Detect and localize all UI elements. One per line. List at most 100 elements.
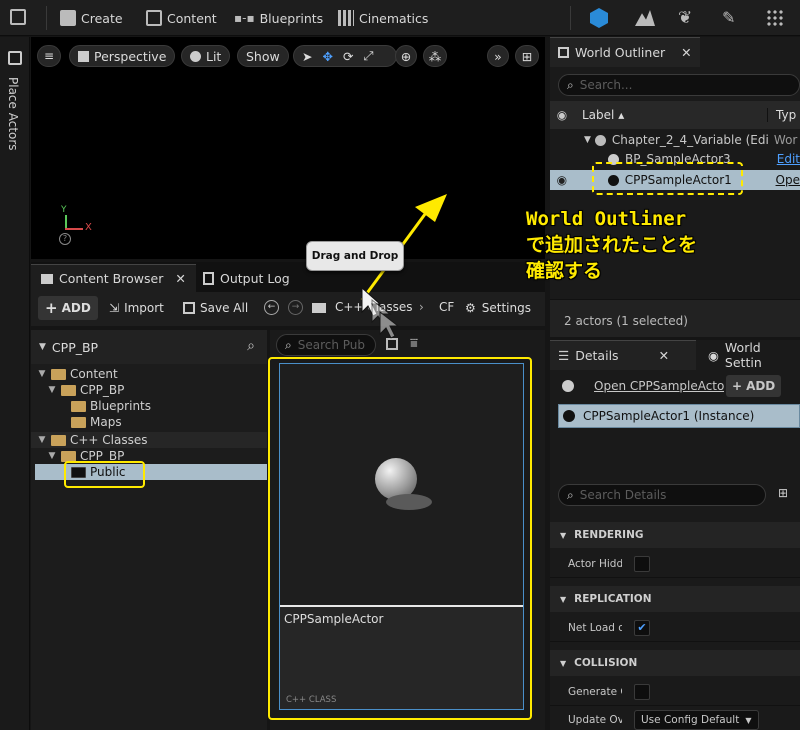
- checkmark-icon: ✔: [637, 621, 647, 634]
- net-load-checkbox[interactable]: ✔: [634, 619, 650, 636]
- close-icon[interactable]: ✕: [659, 348, 669, 363]
- sources-panel: ▼ CPP_BP ⌕ ▼ Content ▼ CPP_BP Blueprints…: [31, 330, 267, 730]
- label-column-header[interactable]: Label ▴: [582, 108, 768, 122]
- outliner-search-input[interactable]: ⌕ Search...: [558, 74, 800, 96]
- type-column-header[interactable]: Typ: [776, 108, 796, 122]
- tree-item-label: Maps: [90, 415, 122, 429]
- prop-actor-hidden: Actor Hidd: [550, 550, 800, 578]
- actor-sphere-icon: [562, 380, 574, 392]
- sources-header[interactable]: ▼ CPP_BP ⌕: [31, 330, 267, 364]
- component-instance-row[interactable]: CPPSampleActor1 (Instance): [558, 404, 800, 428]
- tab-content-browser[interactable]: Content Browser ✕: [31, 264, 196, 292]
- chevron-down-icon: ▼: [38, 435, 46, 445]
- place-actors-tab[interactable]: Place Actors: [6, 77, 20, 151]
- grid-layout-icon: ⊞: [521, 48, 533, 64]
- open-source-link[interactable]: Open CPPSampleActor: [594, 379, 724, 393]
- tree-item-label: Blueprints: [90, 399, 152, 413]
- outliner-status-bar: 2 actors (1 selected): [550, 299, 800, 337]
- content-menu[interactable]: Content: [146, 6, 217, 30]
- asset-search-input[interactable]: ⌕ Search Pub: [276, 334, 376, 356]
- blueprints-icon: ▪-▪: [234, 11, 255, 25]
- viewport-menu-button[interactable]: ≡: [37, 45, 61, 67]
- details-search-input[interactable]: ⌕ Search Details: [558, 484, 766, 506]
- close-icon[interactable]: ✕: [681, 45, 691, 60]
- filter-icon[interactable]: ⩸: [410, 336, 418, 351]
- visibility-eye-icon[interactable]: ◉: [550, 108, 574, 122]
- outliner-row-type[interactable]: Edit: [777, 152, 800, 166]
- tree-item-cpp-bp[interactable]: ▼ CPP_BP: [47, 382, 125, 398]
- tab-output-log[interactable]: Output Log: [193, 264, 300, 292]
- create-menu[interactable]: Create: [60, 6, 123, 30]
- path-folder-icon[interactable]: [312, 303, 326, 313]
- cpp-folder-icon: [51, 434, 66, 446]
- path-cpp-classes[interactable]: C++ Classes: [335, 300, 413, 314]
- foliage-mode-icon[interactable]: ❦: [678, 8, 692, 28]
- tree-item-label: C++ Classes: [70, 433, 148, 447]
- details-header-row: Open CPPSampleActor + ADD: [550, 372, 800, 400]
- show-button[interactable]: Show: [237, 45, 289, 67]
- asset-search-placeholder: Search Pub: [297, 338, 366, 352]
- outliner-row-type[interactable]: Ope: [776, 173, 800, 187]
- select-cursor-icon[interactable]: ➤: [302, 49, 312, 64]
- generate-overlap-checkbox[interactable]: [634, 683, 650, 700]
- import-button[interactable]: ⇲ Import: [109, 296, 164, 320]
- path-truncated[interactable]: CF: [439, 300, 454, 314]
- rotate-icon[interactable]: ⟳: [343, 49, 353, 64]
- landscape-mode-icon[interactable]: [635, 10, 655, 26]
- lit-label: Lit: [206, 48, 222, 64]
- tab-details[interactable]: ☰ Details ✕: [550, 340, 696, 370]
- save-icon[interactable]: [10, 9, 26, 25]
- folder-icon: [71, 416, 86, 428]
- back-arrow-icon[interactable]: ←: [264, 300, 279, 315]
- cube-icon: [78, 50, 89, 62]
- save-all-button[interactable]: Save All: [183, 296, 248, 320]
- search-icon[interactable]: ⌕: [247, 338, 255, 354]
- settings-button[interactable]: ⚙ Settings: [465, 296, 531, 320]
- cinematics-label: Cinematics: [359, 10, 429, 26]
- save-search-icon[interactable]: [386, 338, 398, 350]
- add-button[interactable]: + ADD: [38, 296, 98, 320]
- annotation-line-1: World Outliner: [526, 208, 687, 230]
- scale-icon[interactable]: ⤢: [363, 48, 373, 64]
- tree-item-blueprints[interactable]: Blueprints: [71, 398, 151, 414]
- place-actors-icon[interactable]: [8, 51, 22, 65]
- section-rendering[interactable]: ▼ RENDERING: [550, 522, 800, 548]
- tab-world-outliner[interactable]: World Outliner ✕: [550, 37, 700, 67]
- world-local-button[interactable]: ⊕: [395, 45, 417, 67]
- visibility-eye-icon[interactable]: ◉: [550, 173, 574, 187]
- import-icon: ⇲: [109, 301, 120, 315]
- lit-button[interactable]: Lit: [181, 45, 231, 67]
- paint-mode-icon[interactable]: ✎: [722, 8, 735, 27]
- update-overlaps-dropdown[interactable]: Use Config Default ▼: [634, 710, 759, 730]
- create-icon: [60, 10, 76, 26]
- perspective-button[interactable]: Perspective: [69, 45, 176, 67]
- outliner-row-world[interactable]: ▼ Chapter_2_4_Variable (Edito Wor: [550, 131, 800, 149]
- actor-hidden-checkbox[interactable]: [634, 555, 650, 572]
- forward-arrow-icon[interactable]: →: [288, 300, 303, 315]
- tab-details-label: Details: [575, 348, 619, 363]
- prop-label: Net Load o: [568, 621, 622, 634]
- tree-item-cpp-classes[interactable]: ▼ C++ Classes: [31, 432, 267, 448]
- close-icon[interactable]: ✕: [175, 271, 185, 286]
- move-icon[interactable]: ✥: [322, 49, 332, 64]
- section-collision-label: COLLISION: [574, 657, 638, 669]
- details-add-button[interactable]: + ADD: [726, 375, 782, 397]
- property-matrix-icon[interactable]: ⊞: [778, 486, 788, 500]
- outliner-header: ◉ Label ▴ Typ: [550, 101, 800, 129]
- section-replication[interactable]: ▼ REPLICATION: [550, 586, 800, 612]
- help-icon[interactable]: ?: [59, 233, 71, 245]
- level-viewport[interactable]: ≡ Perspective Lit Show ➤ ✥ ⟳ ⤢ ⊕ ⁂ » ⊞ Y…: [31, 37, 545, 259]
- tab-world-settings[interactable]: ◉ World Settin: [700, 340, 800, 370]
- prop-label: Actor Hidd: [568, 557, 622, 570]
- blueprints-menu[interactable]: ▪-▪ Blueprints: [234, 6, 323, 30]
- tree-item-maps[interactable]: Maps: [71, 414, 122, 430]
- select-mode-icon[interactable]: [590, 8, 608, 28]
- cinematics-menu[interactable]: Cinematics: [338, 6, 428, 30]
- fracture-mode-icon[interactable]: [766, 9, 783, 26]
- section-collision[interactable]: ▼ COLLISION: [550, 650, 800, 676]
- more-options-button[interactable]: »: [487, 45, 509, 67]
- tab-world-outliner-label: World Outliner: [575, 45, 666, 60]
- tree-item-content[interactable]: ▼ Content: [37, 366, 118, 382]
- snap-button[interactable]: ⁂: [423, 45, 447, 67]
- layout-button[interactable]: ⊞: [515, 45, 539, 67]
